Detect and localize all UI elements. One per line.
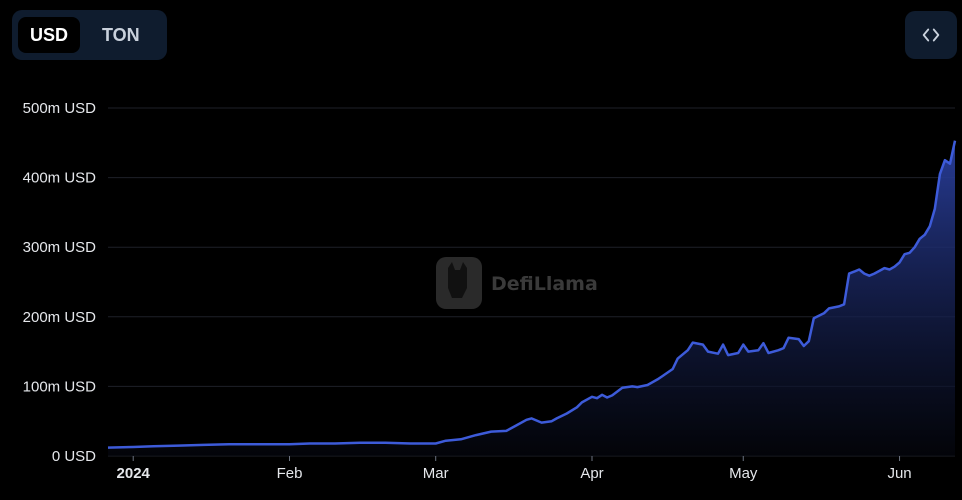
y-axis-ticks: 0 USD 100m USD 200m USD 300m USD 400m USD 500… xyxy=(23,100,97,465)
y-tick-label: 400m USD xyxy=(23,170,97,187)
x-tick-label: Jun xyxy=(887,465,911,482)
tvl-chart: DefiLlama 0 USD 100m USD 200m USD 300m USD 4… xyxy=(23,100,957,482)
watermark-text: DefiLlama xyxy=(491,273,598,295)
watermark: DefiLlama xyxy=(436,257,598,309)
x-tick-label: Feb xyxy=(277,465,303,482)
y-tick-label: 300m USD xyxy=(23,239,97,256)
llama-logo-icon xyxy=(436,257,482,309)
series-area xyxy=(108,140,955,456)
y-tick-label: 500m USD xyxy=(23,100,97,117)
x-tick-label: Apr xyxy=(580,465,603,482)
x-axis-ticks: 2024 Feb Mar Apr May Jun xyxy=(117,456,912,482)
x-tick-label: 2024 xyxy=(117,465,151,482)
x-tick-label: May xyxy=(729,465,758,482)
y-tick-label: 200m USD xyxy=(23,309,97,326)
y-tick-label: 100m USD xyxy=(23,378,97,395)
x-tick-label: Mar xyxy=(423,465,449,482)
y-tick-label: 0 USD xyxy=(52,448,96,465)
